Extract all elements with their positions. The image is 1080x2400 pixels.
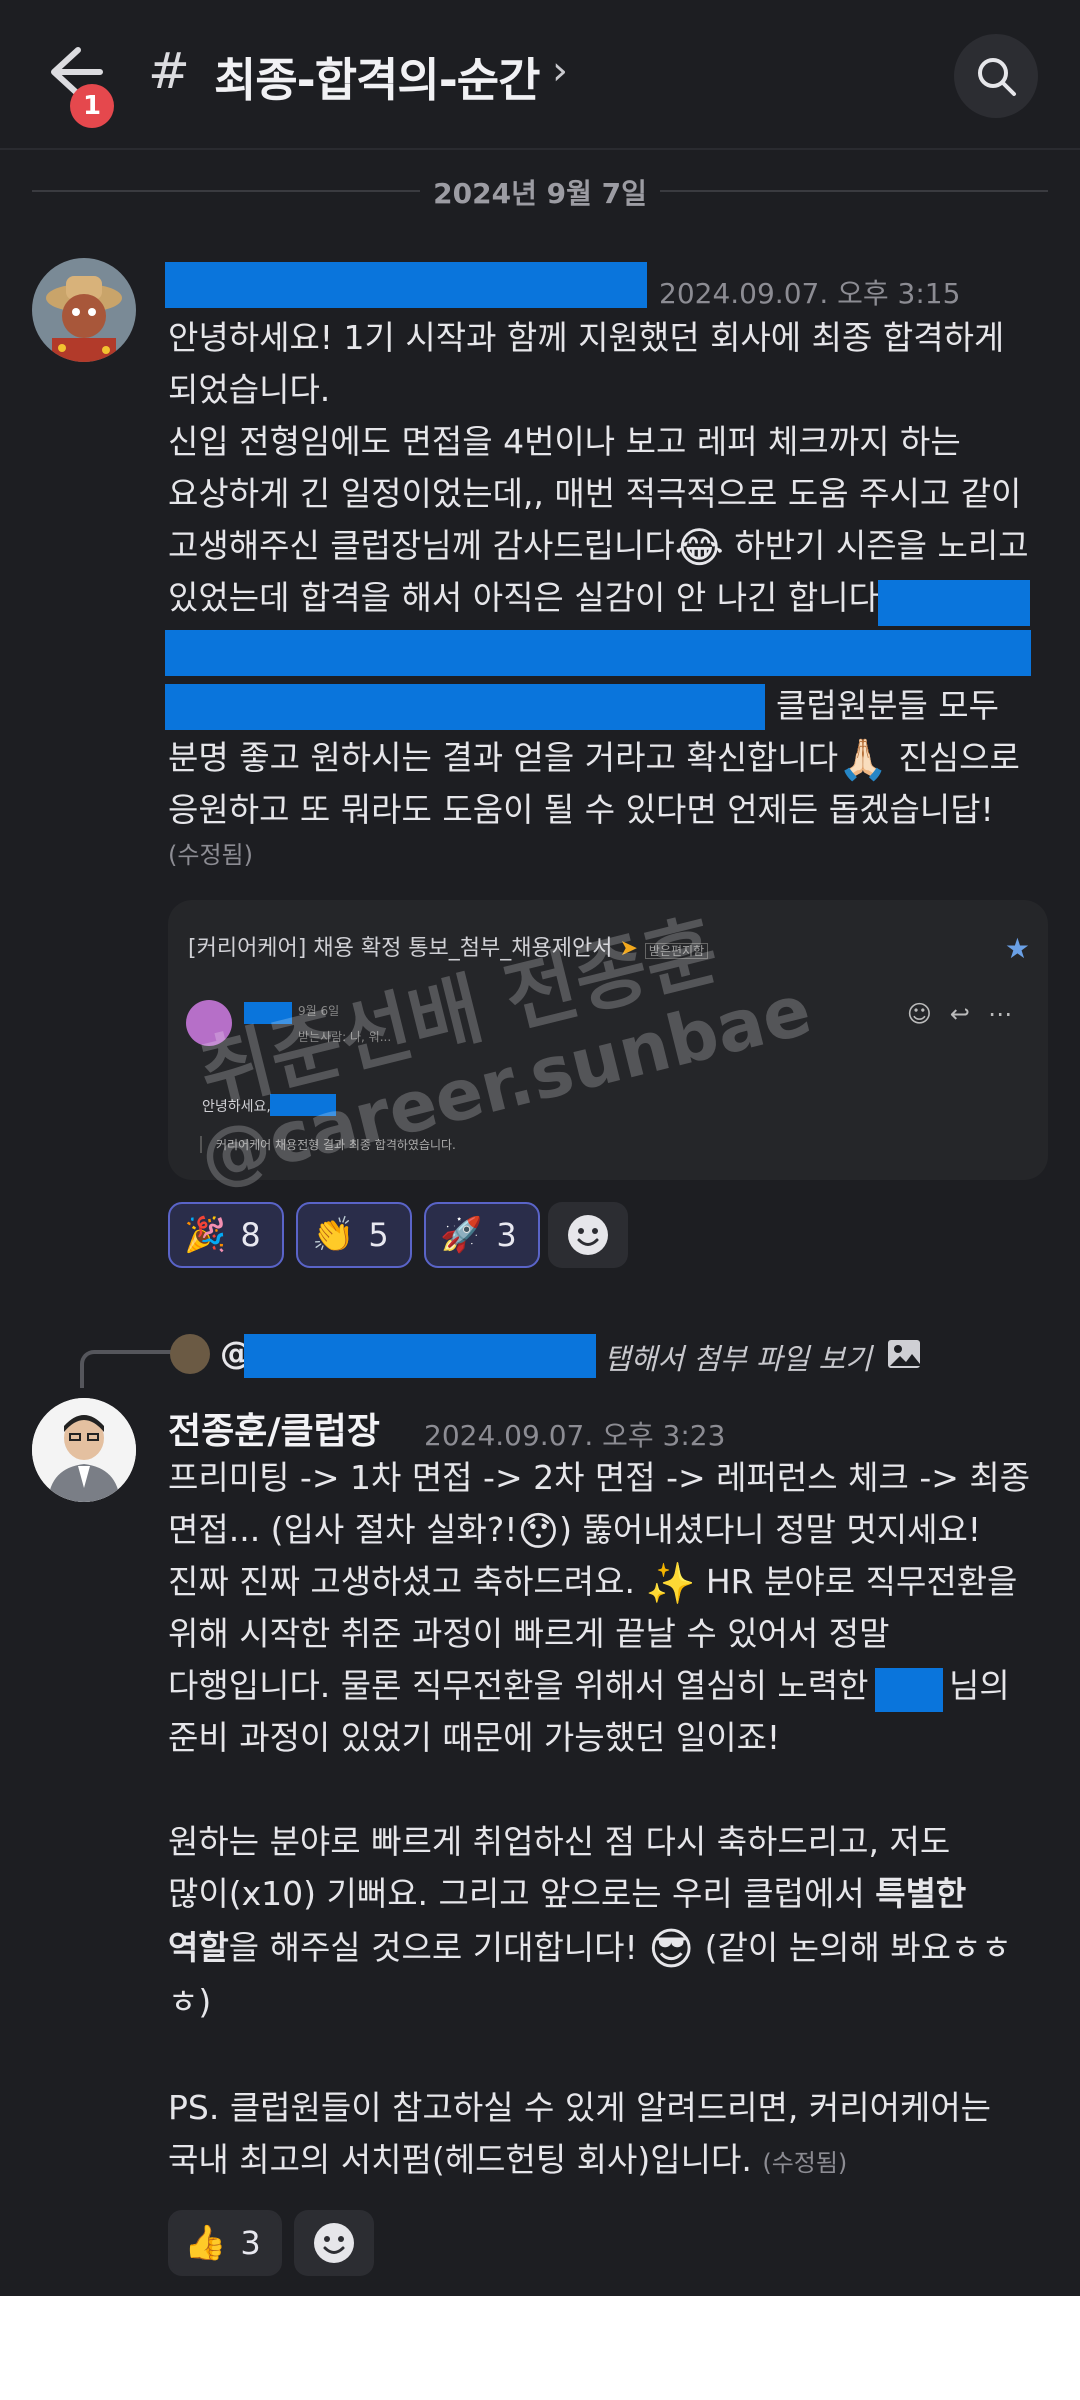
message-timestamp: 2024.09.07. 오후 3:15	[659, 277, 961, 310]
search-button[interactable]	[954, 34, 1038, 118]
edited-label: (수정됨)	[168, 841, 253, 869]
reaction-count: 8	[240, 1216, 261, 1254]
redacted-text	[878, 580, 1030, 626]
cartoon-avatar-icon	[32, 258, 136, 362]
tears-of-joy-icon: 😂	[674, 522, 724, 572]
message-text-line: 준비 과정이 있었기 때문에 가능했던 일이죠!	[168, 1718, 781, 1757]
message-text-line: 클럽원분들 모두	[776, 686, 1000, 725]
praying-hands-icon: 🙏🏻	[838, 736, 888, 783]
message-text: 을 해주실 것으로 기대합니다!	[228, 1928, 638, 1967]
redacted-name	[270, 1094, 336, 1116]
message-text: 분명 좋고 원하시는 결과 얻을 거라고 확신합니다	[168, 738, 839, 777]
author-name[interactable]: 전종훈/클럽장	[168, 1402, 380, 1454]
reply-preview-hint[interactable]: 탭해서 첨부 파일 보기	[604, 1336, 872, 1378]
attachment-subject: [커리어케어] 채용 확정 통보_첨부_채용제안서 ➤ 받은편지함	[188, 930, 709, 962]
email-quote: 커리어케어 채용전형 결과 최종 합격하였습니다.	[200, 1136, 456, 1153]
message-text: 많이(x10) 기뻐요. 그리고 앞으로는 우리 클럽에서	[168, 1874, 865, 1913]
redacted-username	[244, 1334, 596, 1378]
message-text-line: 역할을 해주실 것으로 기대합니다! 😎 (같이 논의해 봐요ㅎㅎ	[168, 1922, 1012, 1976]
reaction-rocket[interactable]: 🚀 3	[424, 1202, 540, 1268]
message-text-line: 많이(x10) 기뻐요. 그리고 앞으로는 우리 클럽에서 특별한	[168, 1868, 966, 1920]
cool-sunglasses-icon: 😎	[648, 1923, 695, 1975]
reaction-count: 3	[240, 2224, 261, 2262]
message-text-line: 원하는 분야로 빠르게 취업하신 점 다시 축하드리고, 저도	[168, 1822, 951, 1861]
message-text-line: PS. 클럽원들이 참고하실 수 있게 알려드리면, 커리어케어는	[168, 2088, 992, 2127]
channel-title[interactable]: 최종-합격의-순간	[214, 44, 540, 110]
message-text-line: 위해 시작한 취준 과정이 빠르게 끝날 수 있어서 정말	[168, 1614, 890, 1653]
search-icon	[978, 58, 1016, 96]
avatar[interactable]	[32, 1398, 136, 1502]
email-attachment-preview[interactable]: [커리어케어] 채용 확정 통보_첨부_채용제안서 ➤ 받은편지함 ★ 9월 6…	[168, 900, 1048, 1180]
reaction-thumbs-up[interactable]: 👍 3	[168, 2210, 282, 2276]
reaction-clap[interactable]: 👏 5	[296, 1202, 412, 1268]
redacted-username	[165, 262, 647, 308]
redacted-text	[165, 630, 1031, 676]
smiley-icon	[314, 2223, 354, 2263]
message-text: 하반기 시즌을 노리고	[734, 526, 1029, 565]
add-reaction-button[interactable]	[548, 1202, 628, 1268]
redacted-text	[165, 684, 765, 730]
message-text-line: 되었습니다.	[168, 370, 331, 409]
message-text-line: 응원하고 또 뭐라도 도움이 될 수 있다면 언제든 돕겠습니답!	[168, 790, 994, 829]
profile-photo-icon	[32, 1398, 136, 1502]
message-text: HR 분야로 직무전환을	[705, 1562, 1018, 1601]
message-text: 국내 최고의 서치펌(헤드헌팅 회사)입니다.	[168, 2140, 752, 2179]
surprised-face-icon: 😯	[517, 1508, 560, 1555]
email-action-icons: ☺↩⋯	[906, 1000, 1030, 1028]
message-text-line: ㅎ)	[168, 1982, 212, 2021]
message-text-line: 안녕하세요! 1기 시작과 함께 지원했던 회사에 최종 합격하게	[168, 318, 1005, 357]
sender-avatar	[186, 1000, 232, 1046]
reply-avatar	[170, 1334, 210, 1374]
reaction-party[interactable]: 🎉 8	[168, 1202, 284, 1268]
reaction-count: 3	[496, 1216, 517, 1254]
message-text-line: 신입 전형임에도 면접을 4번이나 보고 레퍼 체크까지 하는	[168, 422, 961, 461]
email-date: 9월 6일	[298, 1004, 340, 1018]
channel-hash-icon: #	[148, 42, 190, 100]
reply-connector	[80, 1350, 174, 1388]
bold-text: 역할	[168, 1928, 229, 1967]
message-text-line: 분명 좋고 원하시는 결과 얻을 거라고 확신합니다🙏🏻 진심으로	[168, 732, 1020, 786]
message-text: 진짜 진짜 고생하셨고 축하드려요.	[168, 1562, 635, 1601]
message-text-line: 국내 최고의 서치펌(헤드헌팅 회사)입니다. (수정됨)	[168, 2134, 847, 2189]
image-icon	[886, 1336, 922, 1372]
label-arrow-icon: ➤	[619, 936, 638, 961]
email-greeting: 안녕하세요,	[202, 1099, 271, 1115]
message-text-line: 있었는데 합격을 해서 아직은 실감이 안 나긴 합니다	[168, 572, 879, 624]
chat-screen: 1 # 최종-합격의-순간 › 2024년 9월 7일 2024.09.07. …	[0, 0, 1080, 2296]
edited-label: (수정됨)	[762, 2149, 848, 2177]
thumbs-up-icon: 👍	[184, 2223, 227, 2263]
clapping-hands-icon: 👏	[312, 1215, 355, 1255]
reaction-count: 5	[368, 1216, 389, 1254]
message-text-line: 다행입니다. 물론 직무전환을 위해서 열심히 노력한	[168, 1666, 869, 1705]
redacted-name	[875, 1668, 943, 1712]
message-text-line: 프리미팅 -> 1차 면접 -> 2차 면접 -> 레퍼런스 체크 -> 최종	[168, 1458, 1031, 1497]
message-text-line: 진짜 진짜 고생하셨고 축하드려요. ✨ HR 분야로 직무전환을	[168, 1556, 1017, 1610]
rocket-icon: 🚀	[440, 1215, 483, 1255]
channel-header: 1 # 최종-합격의-순간 ›	[0, 0, 1080, 150]
bold-text: 특별한	[875, 1874, 967, 1913]
email-recipients: 받는사람: 나, 워...	[298, 1030, 392, 1044]
unread-badge: 1	[70, 84, 114, 128]
smiley-icon	[568, 1215, 608, 1255]
inbox-tag: 받은편지함	[644, 943, 709, 959]
add-reaction-button[interactable]	[294, 2210, 374, 2276]
message-timestamp: 2024.09.07. 오후 3:23	[424, 1419, 726, 1452]
chevron-right-icon[interactable]: ›	[552, 48, 568, 94]
message-text-line: 요상하게 긴 일정이었는데,, 매번 적극적으로 도움 주시고 같이	[168, 474, 1022, 513]
message-text: 있었는데 합격을 해서 아직은 실감이 안 나긴 합니다	[168, 578, 879, 617]
message-text: 면접... (입사 절차 실화?!	[168, 1510, 518, 1549]
avatar[interactable]	[32, 258, 136, 362]
message-text-line: 님의	[949, 1666, 1010, 1705]
sparkles-icon: ✨	[645, 1560, 696, 1607]
date-divider-label: 2024년 9월 7일	[433, 177, 647, 210]
message-text: (같이 논의해 봐요ㅎㅎ	[704, 1928, 1012, 1967]
party-popper-icon: 🎉	[184, 1215, 227, 1255]
message-text: 고생해주신 클럽장님께 감사드립니다	[168, 526, 675, 565]
redacted-sender	[244, 1002, 292, 1024]
message-text-line: 면접... (입사 절차 실화?!😯) 뚫어내셨다니 정말 멋지세요!	[168, 1504, 981, 1558]
message-text: ) 뚫어내셨다니 정말 멋지세요!	[559, 1510, 982, 1549]
star-icon: ★	[1004, 932, 1030, 965]
message-text-line: 고생해주신 클럽장님께 감사드립니다😂 하반기 시즌을 노리고	[168, 520, 1029, 574]
message-text: 진심으로	[898, 738, 1020, 777]
